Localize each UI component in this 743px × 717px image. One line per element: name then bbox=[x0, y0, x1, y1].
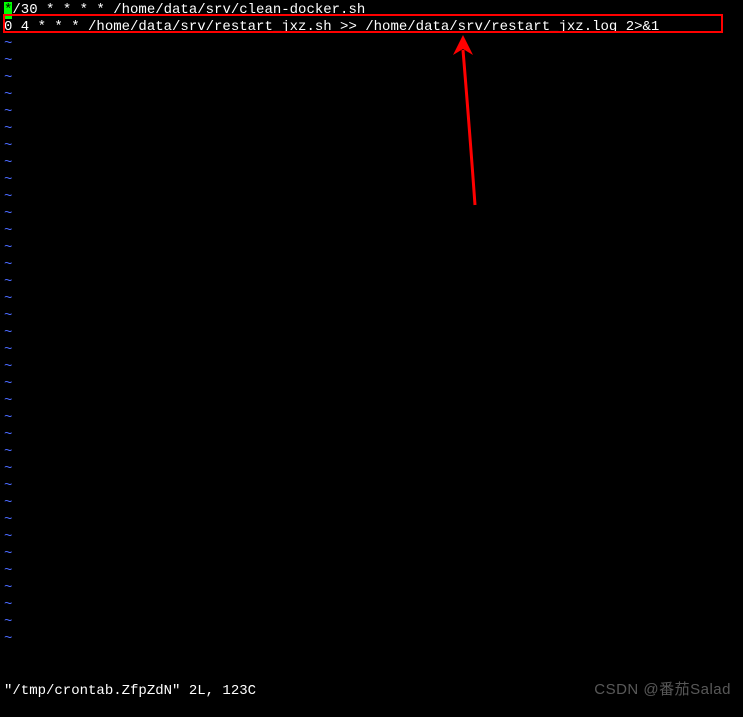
empty-line: ~ bbox=[4, 189, 739, 206]
line2-text: 0 4 * * * /home/data/srv/restart_jxz.sh … bbox=[4, 19, 659, 35]
empty-line: ~ bbox=[4, 478, 739, 495]
empty-line: ~ bbox=[4, 495, 739, 512]
cron-line-2[interactable]: 0 4 * * * /home/data/srv/restart_jxz.sh … bbox=[4, 19, 739, 36]
line1-text: /30 * * * * /home/data/srv/clean-docker.… bbox=[12, 2, 365, 18]
empty-line: ~ bbox=[4, 223, 739, 240]
empty-line: ~ bbox=[4, 36, 739, 53]
empty-line: ~ bbox=[4, 138, 739, 155]
cron-line-1[interactable]: */30 * * * * /home/data/srv/clean-docker… bbox=[4, 2, 739, 19]
empty-line: ~ bbox=[4, 512, 739, 529]
empty-line: ~ bbox=[4, 427, 739, 444]
empty-line: ~ bbox=[4, 461, 739, 478]
empty-line: ~ bbox=[4, 121, 739, 138]
empty-line: ~ bbox=[4, 274, 739, 291]
vim-editor[interactable]: */30 * * * * /home/data/srv/clean-docker… bbox=[0, 0, 743, 717]
empty-line: ~ bbox=[4, 325, 739, 342]
empty-line: ~ bbox=[4, 87, 739, 104]
empty-line: ~ bbox=[4, 359, 739, 376]
empty-line: ~ bbox=[4, 155, 739, 172]
vim-status-line: "/tmp/crontab.ZfpZdN" 2L, 123C bbox=[4, 683, 256, 699]
empty-line: ~ bbox=[4, 393, 739, 410]
empty-line: ~ bbox=[4, 257, 739, 274]
empty-line: ~ bbox=[4, 580, 739, 597]
empty-line: ~ bbox=[4, 206, 739, 223]
empty-line: ~ bbox=[4, 376, 739, 393]
empty-line: ~ bbox=[4, 172, 739, 189]
watermark: CSDN @番茄Salad bbox=[594, 678, 731, 699]
empty-line: ~ bbox=[4, 291, 739, 308]
empty-line: ~ bbox=[4, 53, 739, 70]
empty-line: ~ bbox=[4, 342, 739, 359]
empty-line: ~ bbox=[4, 631, 739, 648]
empty-line: ~ bbox=[4, 546, 739, 563]
empty-line: ~ bbox=[4, 529, 739, 546]
empty-line: ~ bbox=[4, 104, 739, 121]
empty-line: ~ bbox=[4, 563, 739, 580]
empty-line: ~ bbox=[4, 597, 739, 614]
empty-line: ~ bbox=[4, 410, 739, 427]
empty-line: ~ bbox=[4, 70, 739, 87]
empty-line: ~ bbox=[4, 444, 739, 461]
empty-line: ~ bbox=[4, 614, 739, 631]
empty-line: ~ bbox=[4, 308, 739, 325]
empty-line: ~ bbox=[4, 240, 739, 257]
